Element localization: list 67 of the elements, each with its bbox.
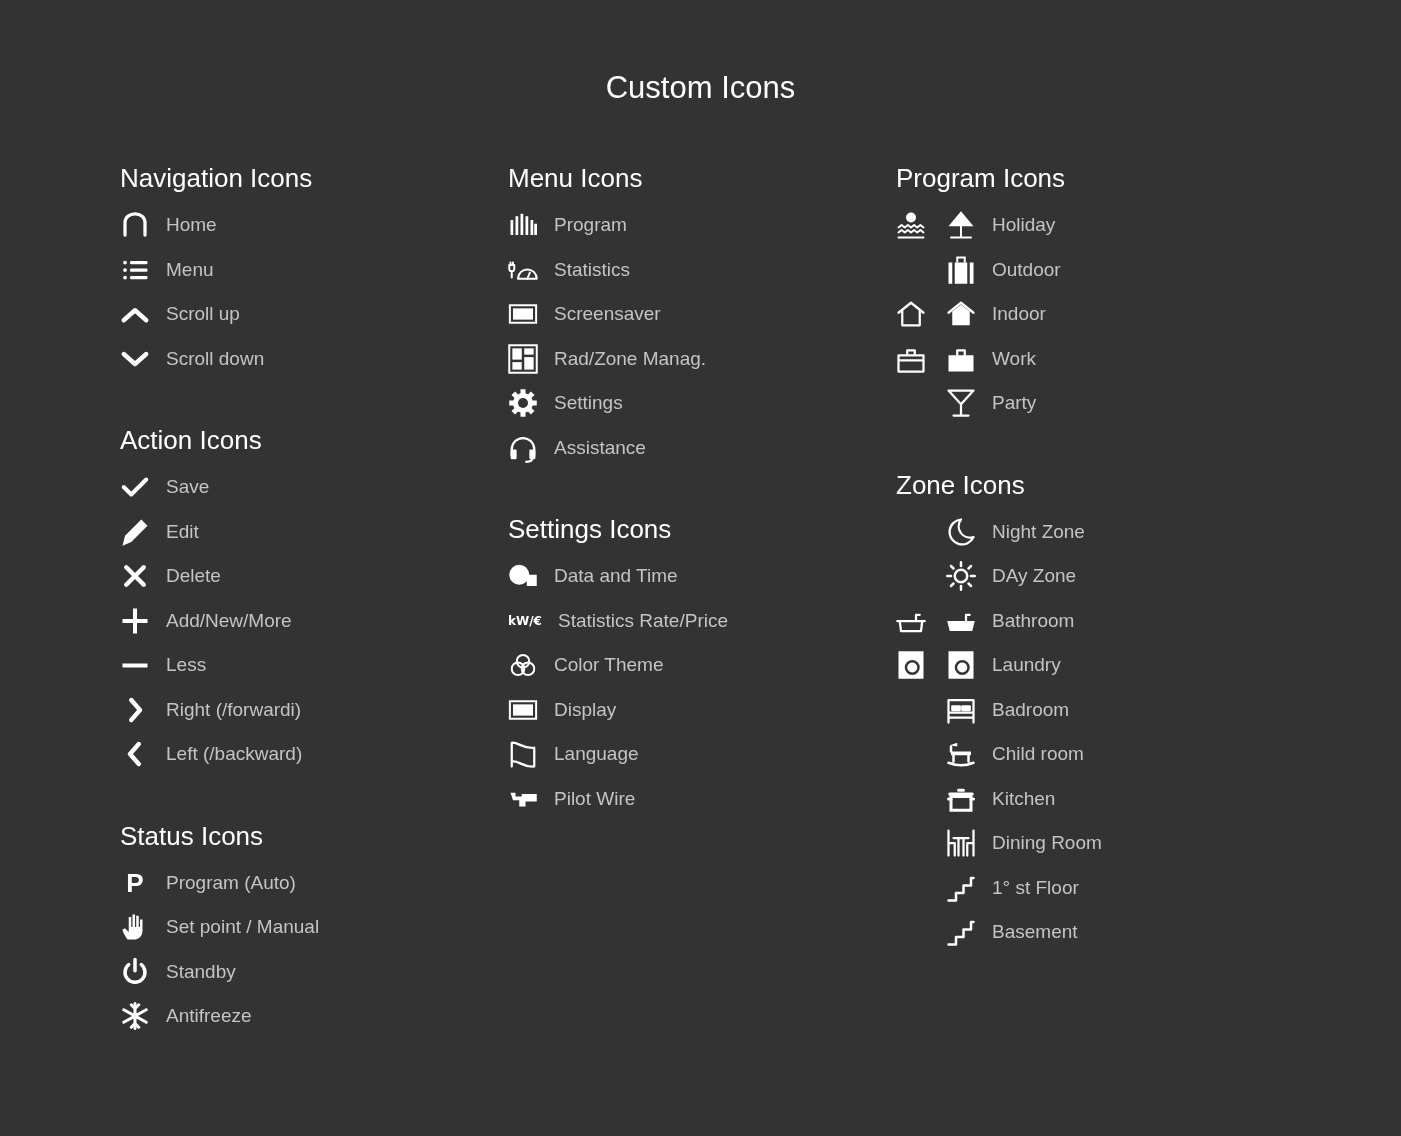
section-heading: Navigation Icons <box>120 165 314 191</box>
sun-icon <box>946 561 976 592</box>
section-heading: Program Icons <box>896 165 1067 191</box>
icon-label: Language <box>554 742 639 766</box>
icon-label: Badroom <box>992 697 1070 722</box>
glyph-icon: kW/€ <box>508 614 542 627</box>
power-icon <box>120 956 150 987</box>
icon-label: Right (/forwardi) <box>166 697 302 722</box>
icon-label: Scroll down <box>166 346 265 371</box>
section-heading: Action Icons <box>120 427 263 453</box>
grid-icon <box>508 343 538 374</box>
minus-icon <box>120 662 150 668</box>
moon-icon <box>946 516 976 547</box>
flag-icon <box>508 739 538 770</box>
snowflake-icon <box>120 1001 150 1032</box>
icon-label: Statistics Rate/Price <box>558 608 728 633</box>
section-heading: Status Icons <box>120 822 265 849</box>
icon-label: Bathroom <box>992 608 1075 633</box>
umbrella-icon <box>946 210 976 241</box>
icon-label: Data and Time <box>554 564 678 588</box>
washer-icon <box>946 650 976 681</box>
icon-label: Outdoor <box>992 257 1061 282</box>
icon-label: 1° st Floor <box>992 875 1079 900</box>
icon-label: Home <box>166 213 217 237</box>
icon-label: Night Zone <box>992 519 1085 544</box>
suitcase-icon <box>946 254 976 285</box>
icon-label: Screensaver <box>554 302 661 326</box>
icon-label: Settings <box>554 391 623 415</box>
icon-label: Less <box>166 653 207 677</box>
icon-label: Child room <box>992 742 1084 766</box>
icon-label: Basement <box>992 920 1078 944</box>
washer-icon <box>896 650 926 681</box>
icon-label: DAy Zone <box>992 564 1077 588</box>
icon-label: Laundry <box>992 653 1061 677</box>
section-heading: Zone Icons <box>896 471 1026 498</box>
icon-label: Assistance <box>554 435 646 460</box>
icon-label: Left (/backward) <box>166 742 303 766</box>
icon-label: Statistics <box>554 257 631 282</box>
icon-label: Edit <box>166 519 199 544</box>
icon-label: Party <box>992 391 1037 415</box>
icon-label: Dining Room <box>992 831 1102 855</box>
table-chairs-icon <box>946 828 976 859</box>
icon-label: Scroll up <box>166 302 240 326</box>
glass-icon <box>946 388 976 419</box>
section-heading: Menu Icons <box>508 165 644 191</box>
page-title: Custom Icons <box>604 69 797 107</box>
sun-sea-icon <box>896 210 926 241</box>
icon-label: Holiday <box>992 213 1056 237</box>
icon-label: Add/New/More <box>166 608 292 633</box>
icon-label: Program <box>554 213 627 237</box>
icon-label: Color Theme <box>554 653 664 677</box>
icon-label: Kitchen <box>992 786 1056 811</box>
icon-label: Delete <box>166 564 221 588</box>
icon-label: Pilot Wire <box>554 786 636 811</box>
icon-label: Menu <box>166 257 214 282</box>
gear-icon <box>508 388 538 419</box>
icon-label: Program (Auto) <box>166 870 296 895</box>
icon-label: Standby <box>166 959 236 984</box>
icon-label: Antifreeze <box>166 1004 252 1028</box>
section-heading: Settings Icons <box>508 516 673 542</box>
icon-label: Indoor <box>992 302 1046 326</box>
icon-label: Rad/Zone Manag. <box>554 346 707 371</box>
icon-label: Save <box>166 475 210 499</box>
icon-label: Set point / Manual <box>166 915 320 939</box>
icon-label: Display <box>554 697 617 722</box>
glyph-icon: P <box>120 869 150 896</box>
icon-label: Work <box>992 346 1036 371</box>
